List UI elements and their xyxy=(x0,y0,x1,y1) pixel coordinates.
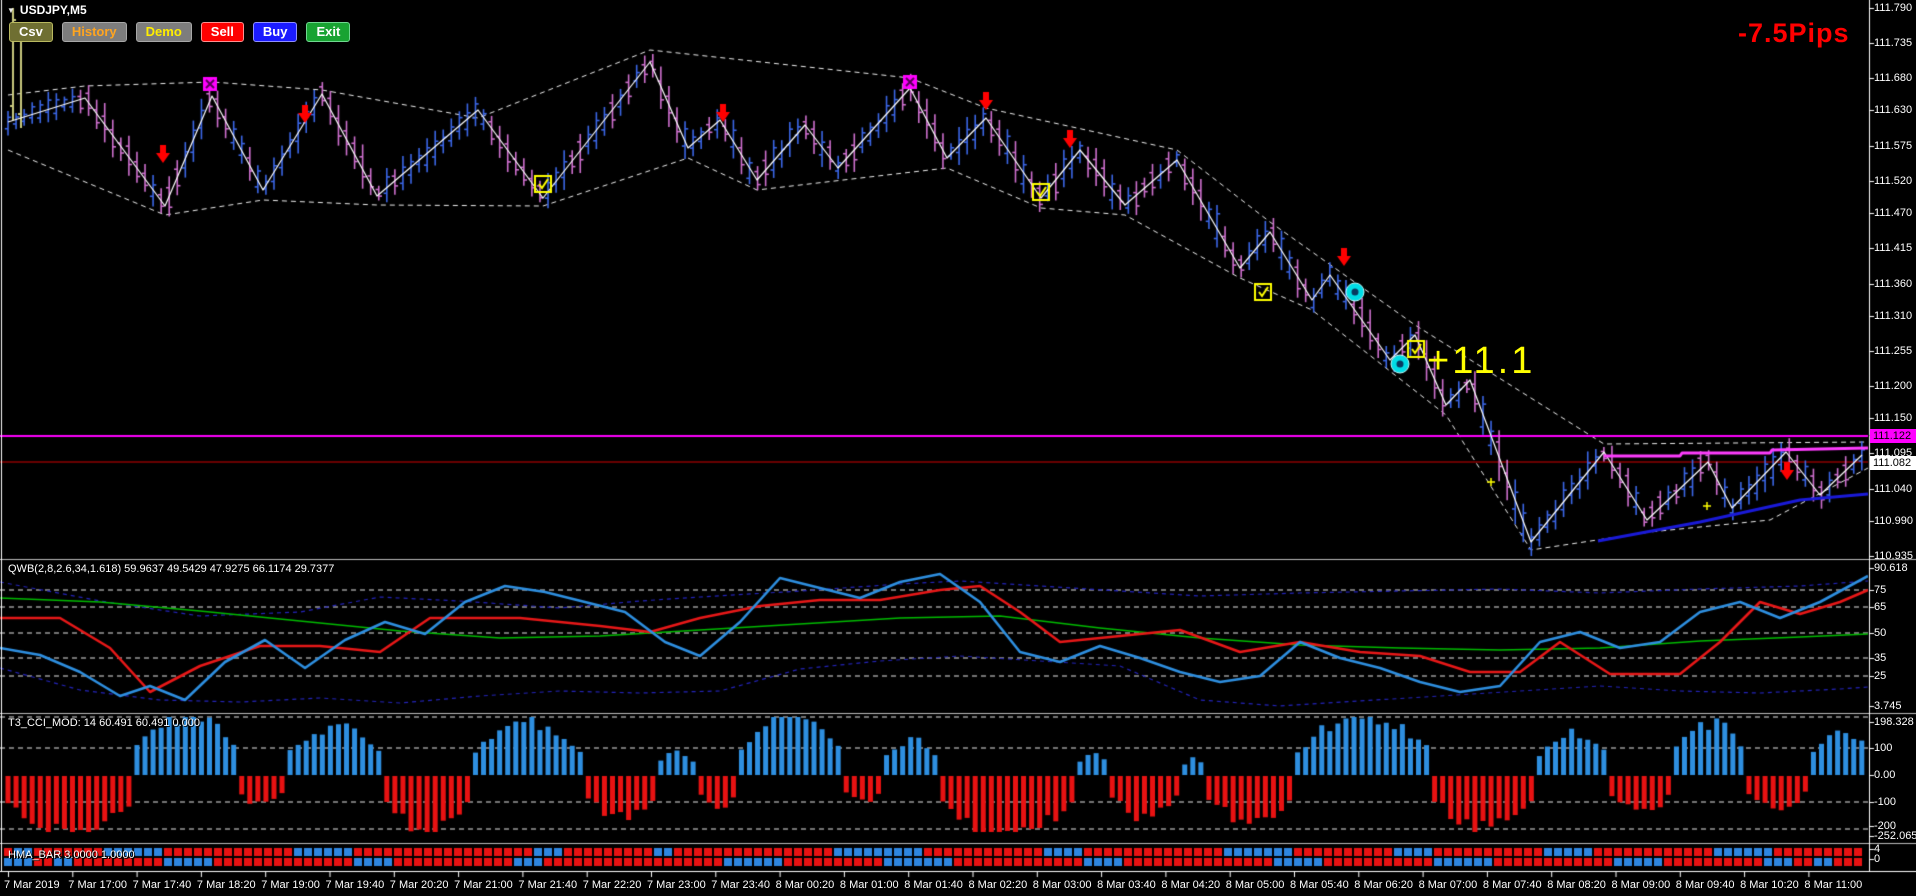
time-axis-label: 8 Mar 04:20 xyxy=(1161,879,1221,891)
price-chart-canvas[interactable] xyxy=(0,0,1916,896)
symbol-label: ▼ USDJPY,M5 xyxy=(7,3,87,17)
price-axis-label: 111.790 xyxy=(1874,2,1913,14)
pips-label: -7.5Pips xyxy=(1738,18,1850,48)
time-axis-label: 8 Mar 06:20 xyxy=(1354,879,1413,891)
t3-scale-label: -100 xyxy=(1874,796,1897,808)
time-axis-label: 7 Mar 20:20 xyxy=(389,879,449,891)
time-axis-label: 7 Mar 19:40 xyxy=(325,879,385,891)
price-axis-label: 111.255 xyxy=(1874,345,1913,357)
hma-bar-indicator-label: HMA_BAR 3.0000 1.0000 xyxy=(8,849,135,861)
price-axis-label: 111.040 xyxy=(1874,483,1913,495)
time-axis-label: 8 Mar 07:00 xyxy=(1418,879,1478,891)
t3-cci-indicator-label: T3_CCI_MOD: 14 60.491 60.491 0.000 xyxy=(8,717,201,729)
sell-button[interactable]: Sell xyxy=(200,22,244,42)
time-axis-label: 7 Mar 21:40 xyxy=(518,879,578,891)
price-axis-label: 111.360 xyxy=(1874,278,1913,290)
time-axis-label: 7 Mar 18:20 xyxy=(196,879,256,891)
current-price-tag: 111.082 xyxy=(1870,456,1916,470)
t3-scale-label: 198.328 xyxy=(1874,716,1914,728)
time-axis-label: 7 Mar 21:00 xyxy=(454,879,513,891)
buy-button[interactable]: Buy xyxy=(252,22,298,42)
price-axis-label: 111.575 xyxy=(1874,140,1913,152)
qwb-scale-label: 3.745 xyxy=(1874,700,1902,712)
price-axis-label: 110.935 xyxy=(1874,550,1913,562)
qwb-scale-label: 25 xyxy=(1874,670,1887,682)
time-axis-label: 8 Mar 07:40 xyxy=(1482,879,1542,891)
csv-button[interactable]: Csv xyxy=(9,22,53,42)
time-axis-label: 8 Mar 00:20 xyxy=(775,879,835,891)
time-axis-label: 7 Mar 17:00 xyxy=(68,879,127,891)
exit-button[interactable]: Exit xyxy=(306,22,351,42)
time-axis-label: 8 Mar 10:20 xyxy=(1740,879,1799,891)
price-axis-label: 110.990 xyxy=(1874,515,1913,527)
time-axis-label: 7 Mar 23:40 xyxy=(711,879,770,891)
time-axis-label: 8 Mar 02:20 xyxy=(968,879,1028,891)
time-axis-label: 7 Mar 19:00 xyxy=(261,879,320,891)
time-axis-label: 8 Mar 01:00 xyxy=(839,879,899,891)
time-axis-label: 8 Mar 01:40 xyxy=(904,879,963,891)
toolbar: Csv History Demo Sell Buy Exit xyxy=(9,22,351,42)
time-axis-label: 8 Mar 08:20 xyxy=(1547,879,1606,891)
price-axis-label: 111.310 xyxy=(1874,310,1913,322)
t3-scale-label: -252.065 xyxy=(1874,830,1916,842)
time-axis-label: 7 Mar 2019 xyxy=(4,879,60,891)
hma-scale-label: 0 xyxy=(1874,853,1881,865)
history-button[interactable]: History xyxy=(61,22,127,42)
time-axis-label: 8 Mar 03:40 xyxy=(1097,879,1156,891)
price-axis-label: 111.680 xyxy=(1874,72,1913,84)
time-axis-label: 8 Mar 05:00 xyxy=(1225,879,1285,891)
price-axis-label: 111.520 xyxy=(1874,175,1913,187)
mt4-chart-window: ▼ USDJPY,M5 Csv History Demo Sell Buy Exit -7… xyxy=(0,0,1916,896)
qwb-indicator-label: QWB(2,8,2.6,34,1.618) 59.9637 49.5429 47… xyxy=(8,563,335,575)
chevron-down-icon: ▼ xyxy=(7,5,15,15)
t3-scale-label: 0.00 xyxy=(1874,769,1896,781)
current-price-tag: 111.122 xyxy=(1870,429,1916,443)
price-axis-label: 111.150 xyxy=(1874,412,1913,424)
t3-scale-label: 100 xyxy=(1874,742,1893,754)
price-axis-label: 111.200 xyxy=(1874,380,1913,392)
demo-button[interactable]: Demo xyxy=(135,22,192,42)
time-axis-label: 8 Mar 11:00 xyxy=(1804,879,1863,891)
price-axis-label: 111.470 xyxy=(1874,207,1913,219)
profit-label: +11.1 xyxy=(1427,340,1536,382)
time-axis-label: 7 Mar 23:00 xyxy=(647,879,706,891)
qwb-scale-label: 75 xyxy=(1874,584,1887,596)
time-axis-label: 8 Mar 03:00 xyxy=(1032,879,1092,891)
price-axis-label: 111.415 xyxy=(1874,242,1913,254)
qwb-scale-label: 50 xyxy=(1874,627,1887,639)
symbol-text: USDJPY,M5 xyxy=(19,3,87,17)
time-axis-label: 8 Mar 09:00 xyxy=(1611,879,1671,891)
qwb-scale-label: 35 xyxy=(1874,652,1887,664)
qwb-scale-label: 65 xyxy=(1874,601,1887,613)
qwb-scale-label: 90.618 xyxy=(1874,562,1908,574)
price-axis-label: 111.630 xyxy=(1874,104,1913,116)
time-axis-label: 7 Mar 17:40 xyxy=(132,879,192,891)
time-axis-label: 8 Mar 05:40 xyxy=(1290,879,1349,891)
price-axis-label: 111.735 xyxy=(1874,37,1913,49)
time-axis-label: 7 Mar 22:20 xyxy=(582,879,642,891)
time-axis-label: 8 Mar 09:40 xyxy=(1675,879,1735,891)
